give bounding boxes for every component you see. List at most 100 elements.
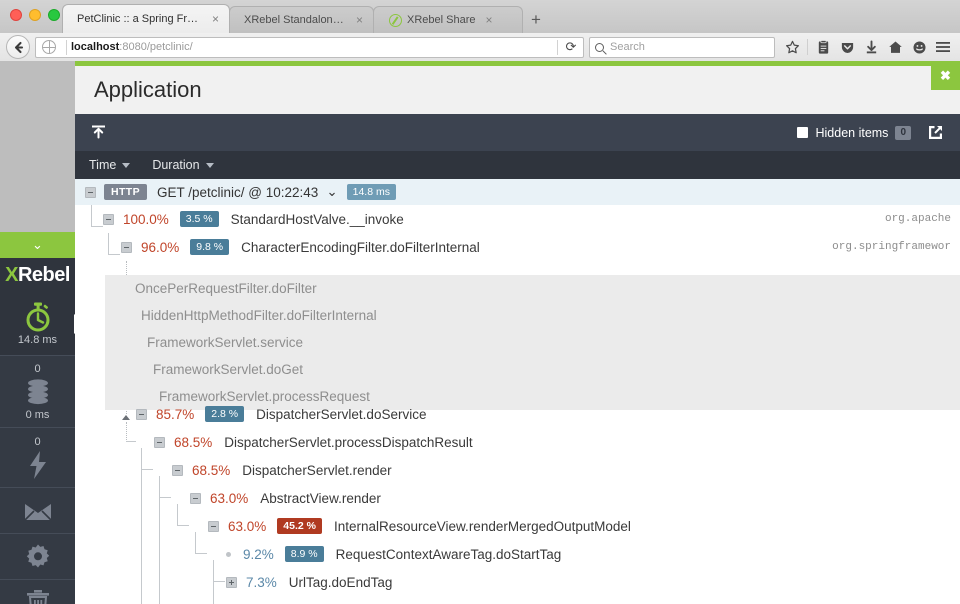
search-icon — [595, 43, 604, 52]
close-icon[interactable]: × — [486, 14, 493, 26]
tree-row[interactable]: 9.2% 8.9 % RequestContextAwareTag.doStar… — [75, 540, 960, 568]
column-label: Time — [89, 158, 116, 172]
collapsed-frame-row: HiddenHttpMethodFilter.doFilterInternal — [105, 302, 960, 329]
tree-row[interactable]: 68.5% DispatcherServlet.processDispatchR… — [75, 428, 960, 456]
chevron-down-icon — [122, 163, 130, 168]
open-external-icon[interactable] — [927, 124, 944, 141]
search-bar[interactable]: Search — [589, 37, 775, 58]
stopwatch-icon — [24, 301, 52, 333]
menu-hamburger-icon[interactable] — [932, 36, 954, 58]
tree-row[interactable]: 63.0% 45.2 % InternalResourceView.render… — [75, 512, 960, 540]
browser-chrome: PetClinic :: a Spring Framework de... × … — [0, 0, 960, 61]
row-percent: 63.0% — [228, 519, 266, 534]
leaf-icon — [388, 13, 402, 27]
browser-toolbar-icons — [781, 36, 954, 58]
row-self-badge: 3.5 % — [180, 211, 219, 227]
xrebel-logo: XRebel — [0, 258, 75, 292]
row-label: FrameworkServlet.service — [147, 335, 303, 350]
url-host: localhost — [71, 41, 119, 53]
sidebar-item-messages[interactable] — [0, 488, 75, 534]
row-label: CharacterEncodingFilter.doFilterInternal — [241, 240, 480, 255]
row-label: DispatcherServlet.processDispatchResult — [224, 435, 472, 450]
browser-tab-petclinic[interactable]: PetClinic :: a Spring Framework de... × — [62, 4, 230, 33]
reload-icon[interactable]: ⟳ — [562, 39, 580, 55]
sidebar-item-database[interactable]: 0 0 ms — [0, 356, 75, 428]
minus-box-icon[interactable] — [208, 521, 219, 532]
minus-box-icon[interactable] — [136, 409, 147, 420]
chevron-down-icon[interactable]: ⌄ — [326, 184, 337, 200]
tree-row[interactable]: 68.5% DispatcherServlet.render — [75, 456, 960, 484]
minus-box-icon[interactable] — [190, 493, 201, 504]
maximize-window-button[interactable] — [48, 9, 60, 21]
sidebar-item-request-time[interactable]: 14.8 ms — [0, 292, 75, 356]
hidden-items-checkbox[interactable] — [797, 127, 808, 138]
tree-row[interactable]: 7.3% UrlTag.doEndTag — [75, 568, 960, 596]
screen: PetClinic :: a Spring Framework de... × … — [0, 0, 960, 604]
browser-tab-xrebel-share[interactable]: XRebel Share × — [373, 6, 523, 33]
close-window-button[interactable] — [10, 9, 22, 21]
browser-tab-label: XRebel Share — [407, 14, 476, 26]
minus-box-icon[interactable] — [85, 187, 96, 198]
database-icon — [23, 376, 53, 408]
collapsed-frames-block[interactable]: OncePerRequestFilter.doFilter HiddenHttp… — [105, 275, 960, 410]
row-label: OncePerRequestFilter.doFilter — [135, 281, 317, 296]
minus-box-icon[interactable] — [121, 242, 132, 253]
close-icon[interactable]: × — [356, 14, 363, 26]
library-icon[interactable] — [812, 36, 834, 58]
panel-header: Application ✖ — [75, 66, 960, 114]
sidebar-item-clear[interactable] — [0, 580, 75, 604]
close-icon[interactable]: × — [212, 13, 219, 25]
close-icon[interactable]: ✖ — [931, 61, 960, 90]
collapse-all-icon[interactable] — [89, 124, 107, 142]
xrebel-sidebar: ⌄ XRebel 14.8 ms 0 — [0, 232, 75, 604]
tree-row[interactable]: 100.0% 3.5 % StandardHostValve.__invoke … — [75, 205, 960, 233]
hidden-items-toggle[interactable]: Hidden items 0 — [797, 126, 911, 140]
sidebar-collapse-button[interactable]: ⌄ — [0, 232, 75, 258]
panel-toolbar: Hidden items 0 — [75, 114, 960, 151]
globe-icon — [42, 40, 56, 54]
home-icon[interactable] — [884, 36, 906, 58]
minus-box-icon[interactable] — [154, 437, 165, 448]
row-label: RequestContextAwareTag.doStartTag — [336, 547, 562, 562]
tree-row[interactable]: 63.0% AbstractView.render — [75, 484, 960, 512]
url-path: :8080/petclinic/ — [119, 41, 192, 53]
window-controls[interactable] — [10, 9, 60, 21]
divider — [557, 40, 558, 55]
feedback-smiley-icon[interactable] — [908, 36, 930, 58]
tree-row[interactable]: 4.0% DispatcherServlet.resolveViewName — [75, 596, 960, 604]
logo-x: X — [5, 264, 18, 287]
panel-column-bar: Time Duration — [75, 151, 960, 179]
sidebar-item-exceptions[interactable]: 0 — [0, 428, 75, 488]
row-label: StandardHostValve.__invoke — [231, 212, 404, 227]
xrebel-panel: Application ✖ Hidden items 0 — [75, 61, 960, 604]
gear-icon — [24, 541, 52, 573]
row-percent: 100.0% — [123, 212, 169, 227]
row-package: org.apache — [885, 213, 951, 225]
pocket-icon[interactable] — [836, 36, 858, 58]
page-title: Application — [75, 77, 202, 103]
minus-box-icon[interactable] — [172, 465, 183, 476]
sidebar-item-settings[interactable] — [0, 534, 75, 580]
navigation-toolbar: localhost:8080/petclinic/ ⟳ Search — [0, 33, 960, 61]
minus-box-icon[interactable] — [103, 214, 114, 225]
new-tab-button[interactable]: + — [522, 6, 550, 33]
tabs: PetClinic :: a Spring Framework de... × … — [62, 0, 550, 33]
tree-row-root[interactable]: HTTP GET /petclinic/ @ 10:22:43 ⌄ 14.8 m… — [75, 179, 960, 205]
url-bar[interactable]: localhost:8080/petclinic/ ⟳ — [35, 37, 584, 58]
column-sort-time[interactable]: Time — [89, 158, 130, 172]
plus-box-icon[interactable] — [226, 577, 237, 588]
downloads-icon[interactable] — [860, 36, 882, 58]
back-arrow-icon[interactable] — [6, 35, 30, 59]
column-sort-duration[interactable]: Duration — [152, 158, 213, 172]
row-percent: 68.5% — [192, 463, 230, 478]
divider — [807, 39, 808, 55]
tree-row[interactable]: 96.0% 9.8 % CharacterEncodingFilter.doFi… — [75, 233, 960, 261]
duration-badge: 14.8 ms — [347, 184, 396, 200]
tree-row[interactable]: 85.7% 2.8 % DispatcherServlet.doService — [75, 400, 960, 428]
bookmark-star-icon[interactable] — [781, 36, 803, 58]
row-percent: 9.2% — [243, 547, 274, 562]
toolbar-right-group: Hidden items 0 — [797, 124, 944, 141]
browser-tab-xrebel-standalone[interactable]: XRebel Standalone UI × — [229, 6, 374, 33]
row-self-badge: 45.2 % — [277, 518, 322, 534]
minimize-window-button[interactable] — [29, 9, 41, 21]
